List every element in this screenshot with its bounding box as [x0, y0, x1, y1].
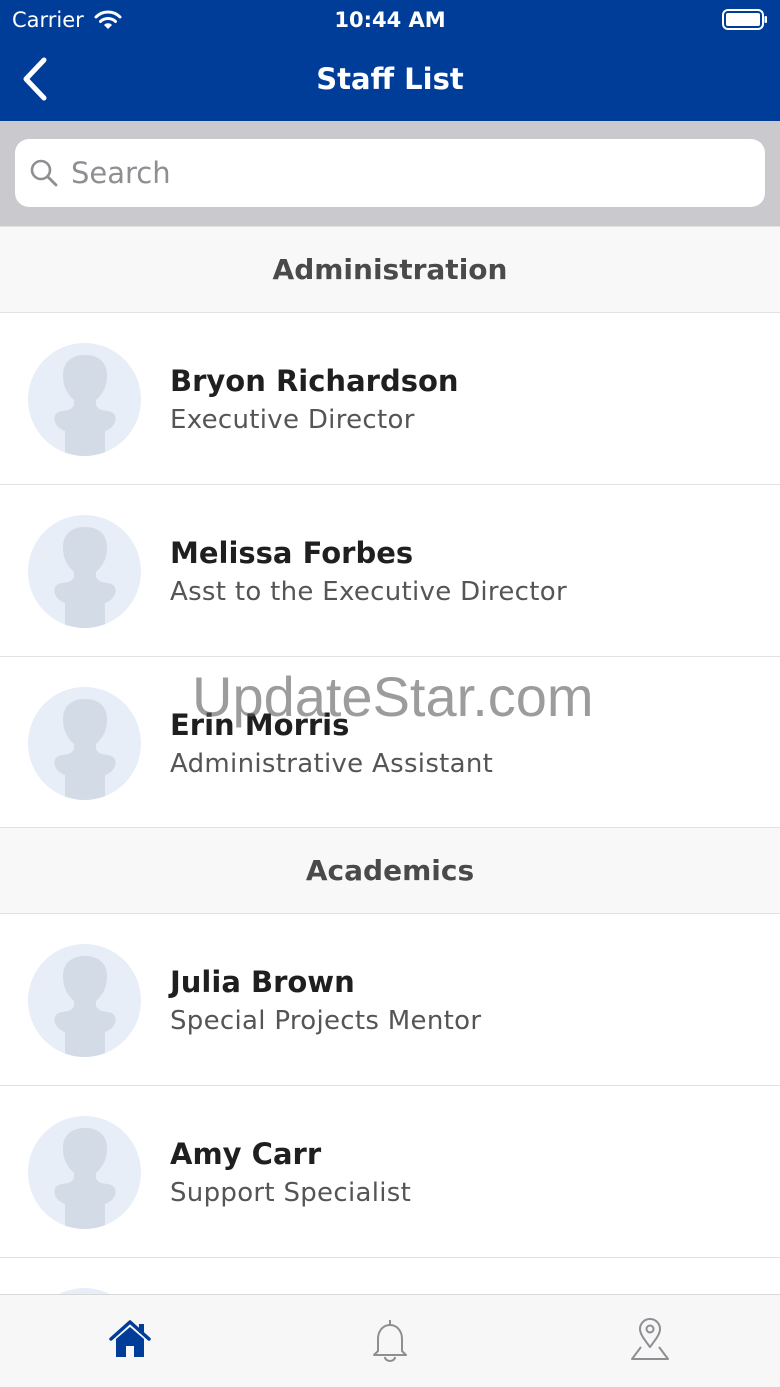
person-placeholder-icon	[54, 527, 116, 628]
person-placeholder-icon	[54, 956, 116, 1057]
tab-locations[interactable]	[628, 1317, 672, 1363]
person-placeholder-icon	[54, 355, 116, 456]
staff-name: Erin Morris	[170, 708, 350, 742]
avatar	[28, 687, 141, 800]
staff-job-title: Asst to the Executive Director	[170, 577, 567, 607]
search-bar-container	[0, 121, 780, 226]
search-field[interactable]	[15, 139, 765, 207]
staff-job-title: Support Specialist	[170, 1178, 412, 1208]
bell-icon	[373, 1320, 407, 1362]
section-header-administration: Administration	[0, 226, 780, 313]
staff-name: Melissa Forbes	[170, 536, 414, 570]
page-title: Staff List	[316, 62, 464, 96]
avatar	[28, 515, 141, 628]
staff-row[interactable]: Julia Brown Special Projects Mentor	[0, 914, 780, 1086]
staff-row[interactable]: Amy Carr Support Specialist	[0, 1086, 780, 1258]
staff-job-title: Administrative Assistant	[170, 749, 494, 779]
map-pin-icon	[631, 1318, 669, 1360]
staff-name: Julia Brown	[170, 965, 355, 999]
staff-name: Amy Carr	[170, 1137, 322, 1171]
status-time: 10:44 AM	[334, 8, 446, 32]
avatar	[28, 343, 141, 456]
section-header-academics: Academics	[0, 827, 780, 914]
tab-bar	[0, 1294, 780, 1387]
avatar	[28, 944, 141, 1057]
person-placeholder-icon	[54, 699, 116, 800]
staff-name: Bryon Richardson	[170, 364, 459, 398]
search-input[interactable]	[71, 156, 731, 190]
search-icon	[30, 159, 58, 187]
app-header: Carrier 10:44 AM Staff List	[0, 0, 780, 121]
person-placeholder-icon	[54, 1128, 116, 1229]
tab-home[interactable]	[108, 1317, 152, 1363]
navigation-bar: Staff List	[0, 40, 780, 121]
status-bar: Carrier 10:44 AM	[0, 0, 780, 40]
home-icon	[109, 1320, 151, 1357]
avatar	[28, 1116, 141, 1229]
staff-job-title: Executive Director	[170, 405, 415, 435]
staff-row[interactable]: Erin Morris Administrative Assistant	[0, 657, 780, 829]
staff-job-title: Special Projects Mentor	[170, 1006, 482, 1036]
tab-notifications[interactable]	[368, 1317, 412, 1363]
staff-row[interactable]: Melissa Forbes Asst to the Executive Dir…	[0, 485, 780, 657]
battery-icon	[722, 9, 767, 30]
staff-row[interactable]: Bryon Richardson Executive Director	[0, 313, 780, 485]
